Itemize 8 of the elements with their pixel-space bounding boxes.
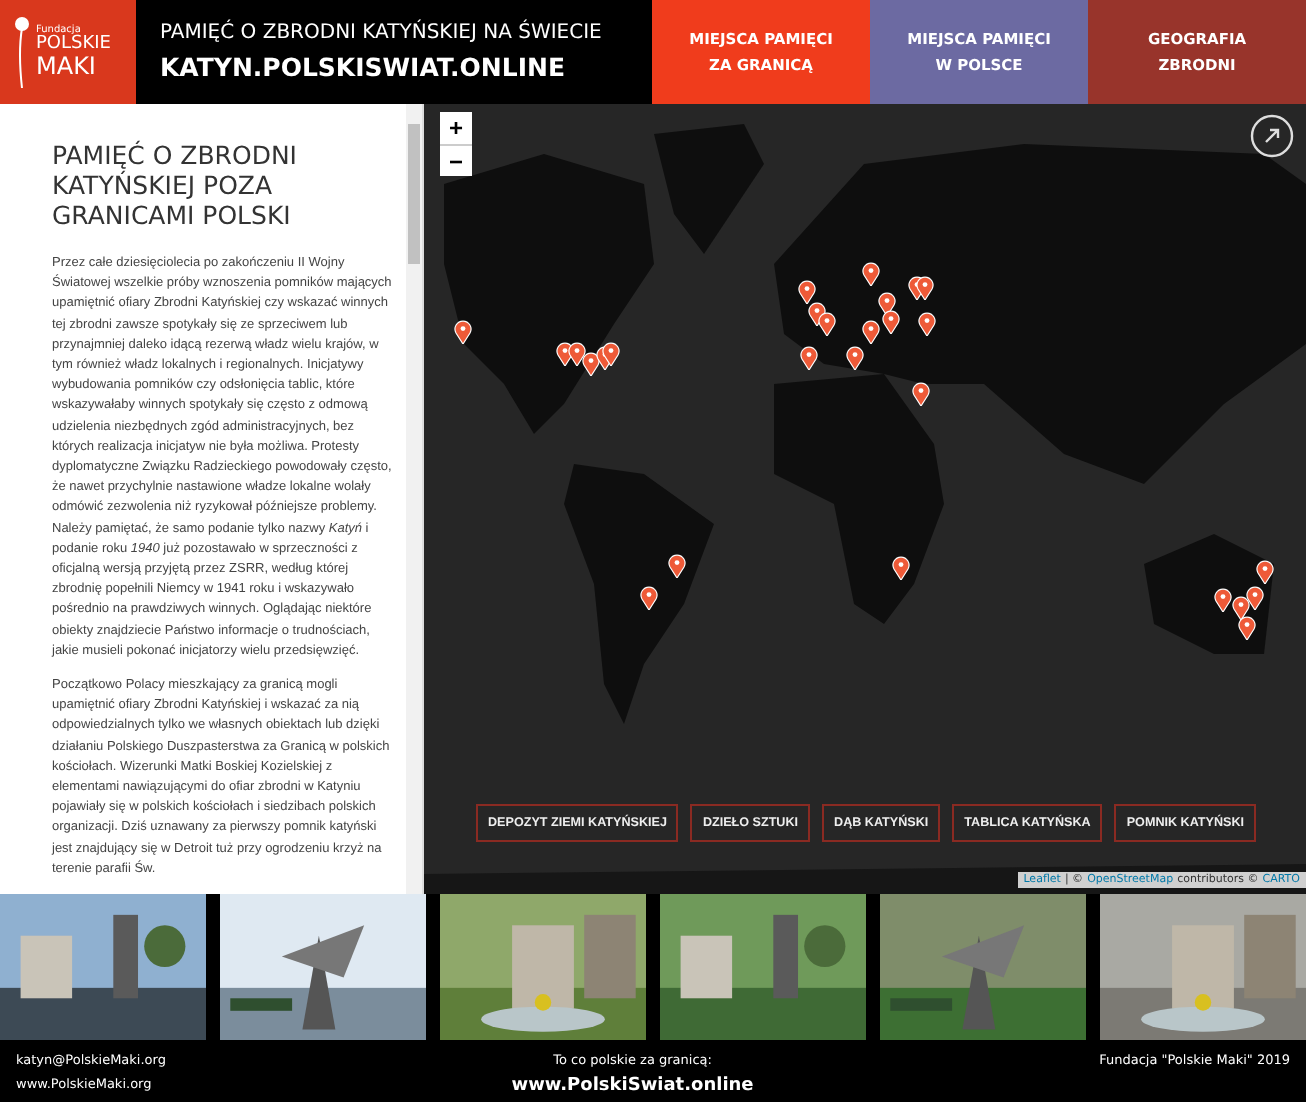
logo-text: POLSKIE (36, 36, 111, 54)
portal-link[interactable]: www.PolskiSwiat.online (511, 1076, 754, 1096)
poppy-icon (12, 12, 32, 92)
page-title: PAMIĘĆ O ZBRODNI KATYŃSKIEJ NA ŚWIECIE (160, 22, 604, 44)
site-name: KATYN.POLSKISWIAT.ONLINE (160, 52, 567, 82)
logo-text: MAKI (36, 54, 98, 78)
article-heading: PAMIĘĆ O ZBRODNI KATYŃSKIEJ POZA GRANICAMI POLSKI (52, 140, 299, 230)
scrollbar[interactable] (406, 104, 422, 894)
